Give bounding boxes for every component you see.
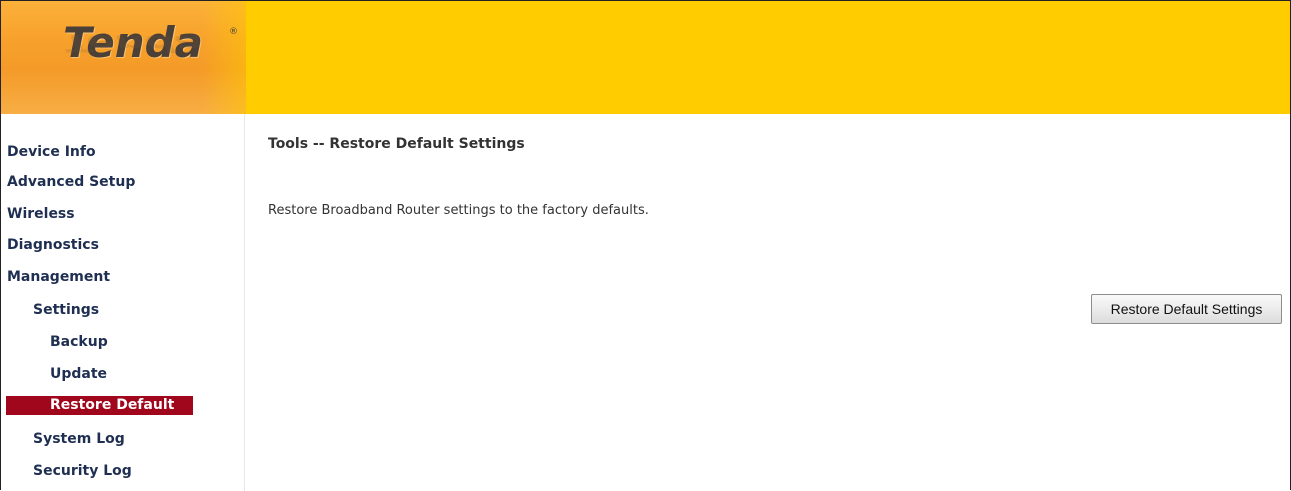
sidebar-item-diagnostics[interactable]: Diagnostics <box>7 234 99 256</box>
sidebar-item-advanced-setup[interactable]: Advanced Setup <box>7 171 135 193</box>
tenda-logo-reflection: Tenda <box>63 30 204 57</box>
restore-default-settings-button[interactable]: Restore Default Settings <box>1091 294 1282 324</box>
sidebar-divider <box>244 114 245 491</box>
registered-mark: ® <box>229 27 238 37</box>
header-banner: Tenda Tenda ® <box>1 1 1290 114</box>
sidebar-item-restore-default[interactable]: Restore Default <box>6 396 193 415</box>
header-gradient <box>201 1 291 114</box>
sidebar-item-wireless[interactable]: Wireless <box>7 203 75 225</box>
page-description: Restore Broadband Router settings to the… <box>268 203 649 218</box>
sidebar-item-system-log[interactable]: System Log <box>33 428 125 450</box>
sidebar-nav: Device Info Advanced Setup Wireless Diag… <box>1 114 244 491</box>
page-title: Tools -- Restore Default Settings <box>268 136 525 152</box>
sidebar-item-security-log[interactable]: Security Log <box>33 460 132 482</box>
sidebar-item-device-info[interactable]: Device Info <box>7 141 96 163</box>
sidebar-item-management[interactable]: Management <box>7 266 110 288</box>
sidebar-item-backup[interactable]: Backup <box>50 331 108 353</box>
sidebar-item-settings[interactable]: Settings <box>33 299 99 321</box>
sidebar-item-update[interactable]: Update <box>50 363 107 385</box>
